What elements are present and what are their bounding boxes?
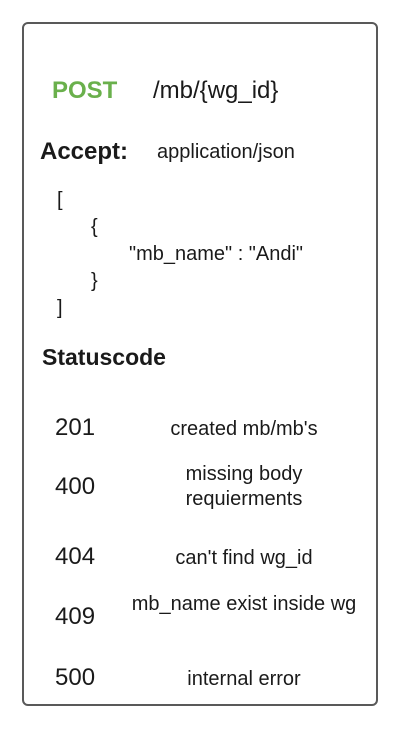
status-description: internal error <box>187 668 301 690</box>
json-close-brace: } <box>91 270 98 292</box>
json-open-bracket: [ <box>57 189 63 211</box>
http-method: POST <box>52 77 118 104</box>
status-code: 400 <box>55 473 96 500</box>
endpoint-path: /mb/{wg_id} <box>153 77 279 104</box>
status-code: 409 <box>55 603 96 630</box>
accept-value: application/json <box>157 141 295 163</box>
accept-label: Accept: <box>40 138 129 165</box>
endpoint-card: POST /mb/{wg_id} Accept: application/jso… <box>22 22 378 706</box>
statuscode-heading: Statuscode <box>42 344 166 370</box>
json-field: "mb_name" : "Andi" <box>129 243 304 265</box>
status-code: 404 <box>55 543 96 570</box>
json-open-brace: { <box>91 216 98 238</box>
status-description: can't find wg_id <box>175 547 313 569</box>
status-description: created mb/mb's <box>170 418 318 440</box>
status-code: 201 <box>55 414 96 441</box>
status-description: mb_name exist inside wg <box>131 593 357 615</box>
json-close-bracket: ] <box>57 297 63 319</box>
status-description: missing body requierments <box>185 463 303 510</box>
status-code: 500 <box>55 664 96 691</box>
